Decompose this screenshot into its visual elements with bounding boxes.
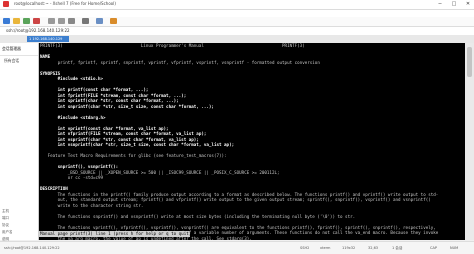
reconnect-icon[interactable]	[23, 18, 30, 24]
minimize-button[interactable]: ─	[436, 1, 444, 7]
address-text[interactable]: ssh://root@192.168.140.129:22	[6, 28, 70, 33]
status-num: NUM	[450, 246, 459, 250]
maximize-button[interactable]: □	[450, 1, 458, 7]
title-bar: root@localhost:~ - Xshell 7 (Free for Ho…	[0, 0, 474, 10]
xftp-icon[interactable]	[110, 18, 117, 24]
terminal-pane[interactable]: PRINTF(3) Linux Programmer's Manual PRIN…	[39, 43, 465, 240]
status-sessions: 1 会话	[392, 246, 403, 250]
close-button[interactable]: ✕	[464, 1, 472, 7]
status-cap: CAP	[430, 246, 437, 250]
print-icon[interactable]	[82, 18, 89, 24]
prop-protocol: 协议	[2, 223, 9, 227]
window-controls: ─ □ ✕	[436, 1, 472, 7]
session-manager: 会话管理器 所有会话 主机 端口 协议 用户名 说明	[0, 43, 39, 241]
app-icon	[3, 1, 9, 7]
menu-bar: 文件(F) 编辑(E) 查看(V) 工具(T) 选项卡(B) 窗口(W) 帮助(…	[0, 10, 474, 26]
new-session-icon[interactable]	[3, 18, 10, 24]
prop-host: 主机	[2, 209, 9, 213]
man-status-line: Manual page printf(3) line 1 (press h fo…	[39, 231, 192, 237]
terminal-line: out, the standard output stream; fprintf…	[40, 197, 431, 202]
session-manager-title: 会话管理器	[0, 43, 38, 56]
find-icon[interactable]	[68, 18, 75, 24]
status-size: 119x32	[342, 246, 356, 250]
status-protocol: SSH2	[300, 246, 310, 250]
paste-icon[interactable]	[58, 18, 65, 24]
terminal-scrollbar[interactable]	[465, 43, 474, 240]
prop-port: 端口	[2, 216, 9, 220]
tab-strip: 1 192.168.140.129	[0, 35, 474, 43]
sidebar-item-all-sessions[interactable]: 所有会话	[0, 56, 38, 66]
status-terminal-type: xterm	[320, 246, 331, 250]
disconnect-icon[interactable]	[33, 18, 40, 24]
session-properties: 主机 端口 协议 用户名 说明	[0, 208, 38, 241]
status-bar: ssh://root@192.168.140.129:22 SSH2 xterm…	[0, 241, 474, 254]
terminal-output: PRINTF(3) Linux Programmer's Manual PRIN…	[40, 43, 464, 240]
open-folder-icon[interactable]	[13, 18, 20, 24]
scrollbar-thumb[interactable]	[467, 47, 472, 77]
window-title: root@localhost:~ - Xshell 7 (Free for Ho…	[14, 1, 116, 6]
settings-icon[interactable]	[96, 18, 103, 24]
prop-username: 用户名	[2, 230, 13, 234]
copy-icon[interactable]	[48, 18, 55, 24]
toolbar	[0, 17, 474, 27]
status-connection: ssh://root@192.168.140.129:22	[4, 246, 60, 250]
tab-session[interactable]: 1 192.168.140.129	[27, 36, 69, 42]
status-cursor: 32,63	[368, 246, 379, 250]
